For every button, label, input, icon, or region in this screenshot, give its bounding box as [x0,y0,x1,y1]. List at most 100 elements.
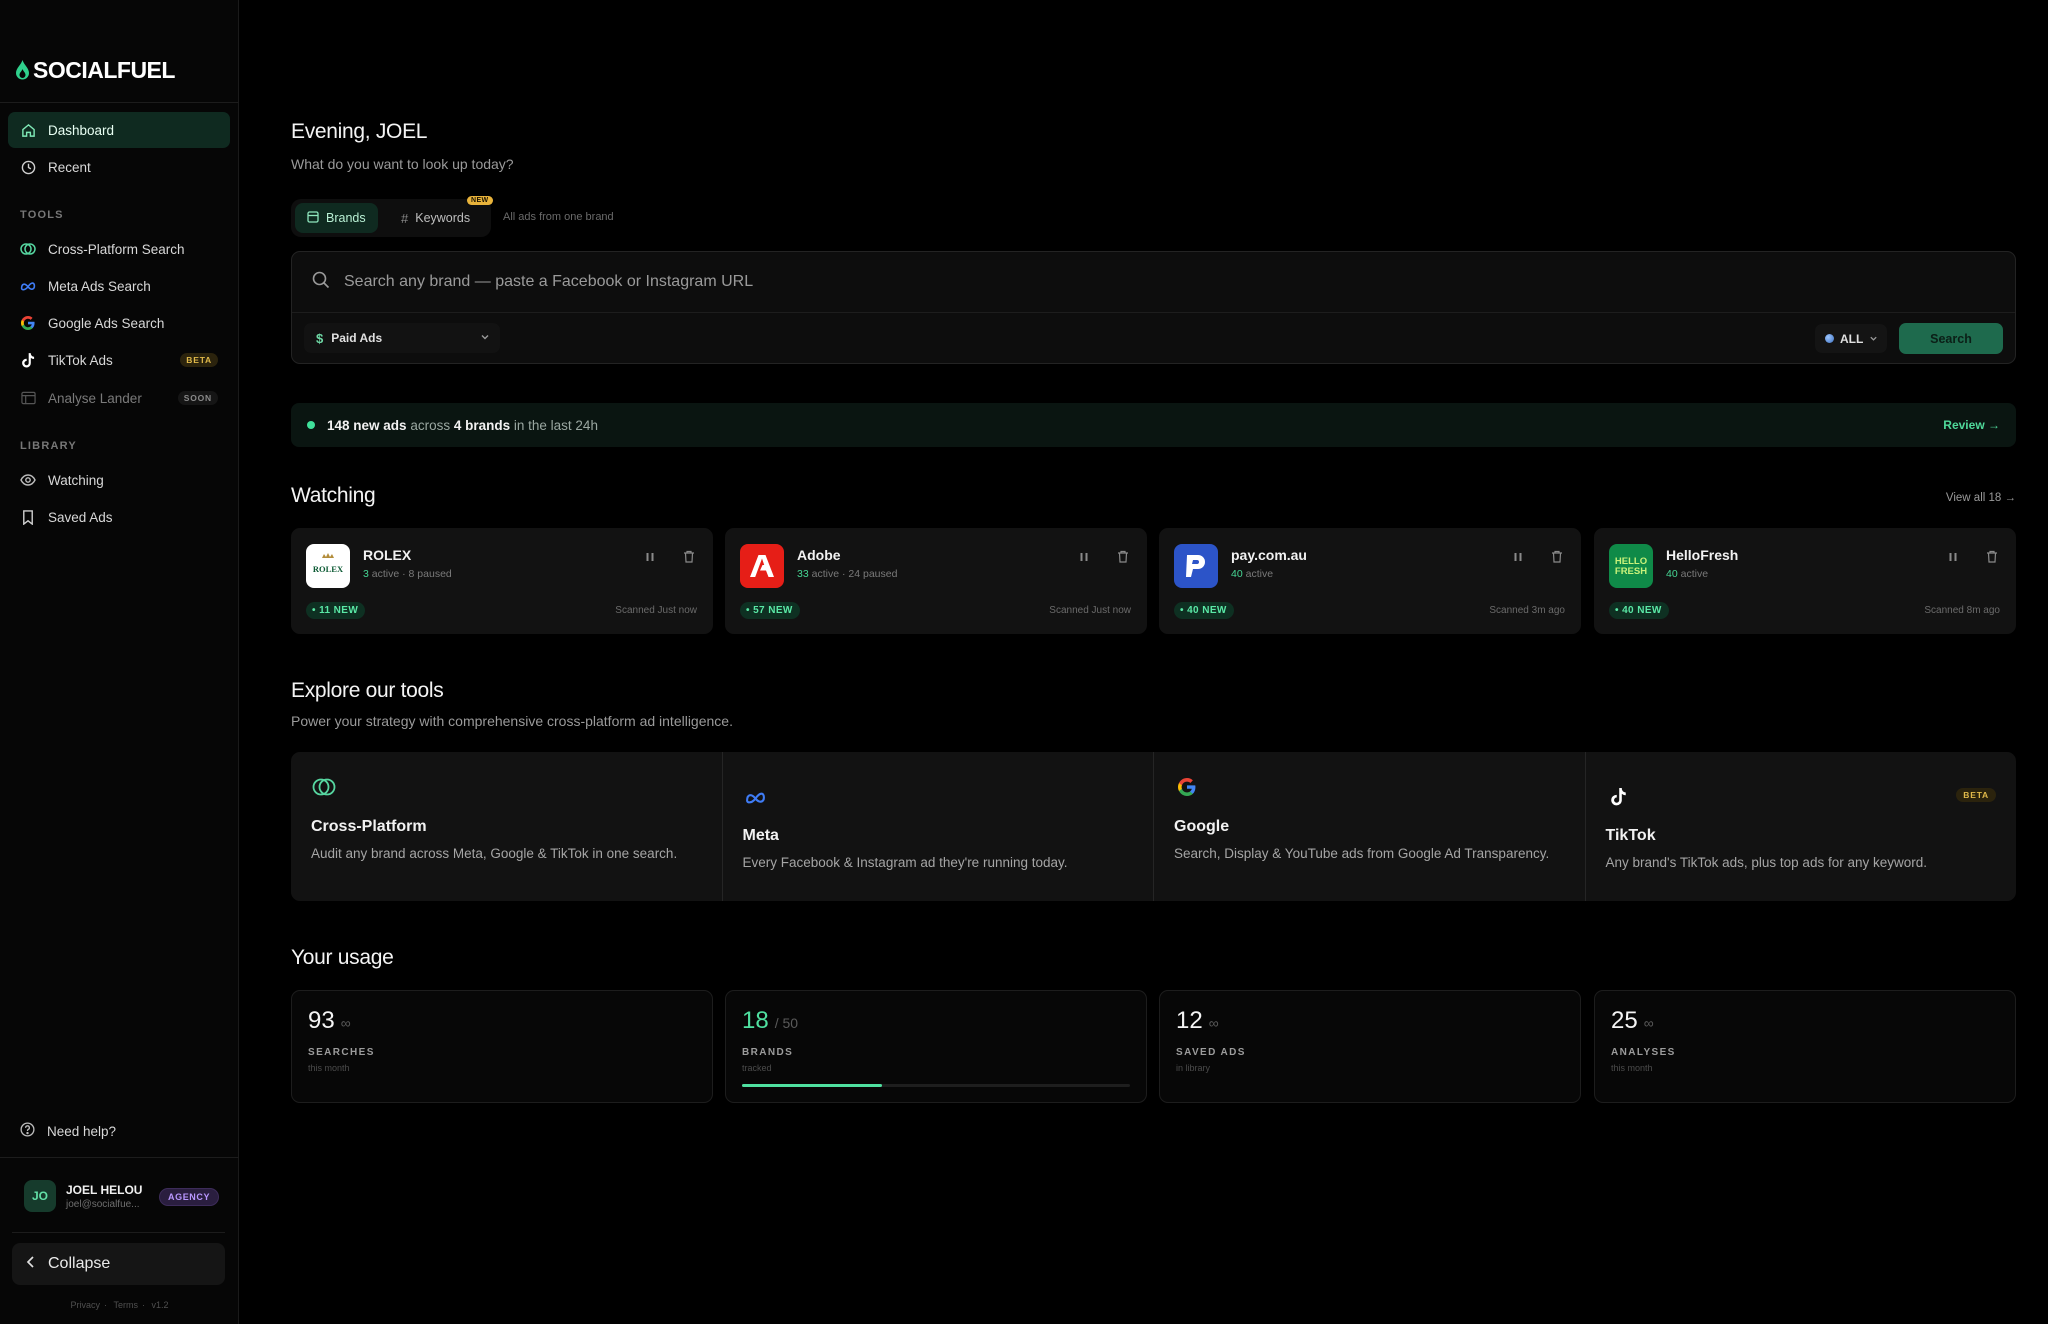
sidebar-item-label: Dashboard [48,122,115,138]
sidebar-item-saved-ads[interactable]: Saved Ads [8,499,230,535]
help-link[interactable]: Need help? [8,1113,230,1149]
tool-title: Meta [742,827,779,844]
user-email: joel@socialfue... [66,1198,140,1210]
brand-meta: 33 active · 24 paused [797,568,898,580]
usage-label: BRANDS [742,1047,794,1058]
tab-label: Keywords [415,211,471,225]
pause-icon[interactable] [1513,550,1523,568]
eye-icon [20,472,36,488]
svg-text:ROLEX: ROLEX [313,564,344,574]
beta-badge: BETA [180,353,218,367]
pause-icon[interactable] [1079,550,1089,568]
svg-text:FRESH: FRESH [1615,566,1647,577]
divider [0,102,239,103]
section-label-library: LIBRARY [20,440,77,452]
usage-card-brands: 18/ 50 BRANDS tracked [725,990,1147,1103]
page-subtitle: What do you want to look up today? [291,156,514,172]
brand-card[interactable]: pay.com.au 40 active • 40 NEW Scanned 3m… [1159,528,1581,634]
scanned-time: Scanned 3m ago [1489,605,1565,616]
tool-card-tiktok[interactable]: BETA TikTok Any brand's TikTok ads, plus… [1586,752,2017,901]
search-icon [312,271,330,294]
soon-badge: SOON [177,391,218,405]
search-mode-tabs: Brands # Keywords [291,199,491,237]
sidebar-item-label: Watching [48,472,104,488]
progress-fill [742,1084,882,1087]
usage-value: 12 ∞ [1176,1007,1219,1034]
user-profile[interactable]: JO JOEL HELOU joel@socialfue... AGENCY [24,1178,224,1214]
brands-progress-bar [742,1084,1130,1087]
usage-sub: this month [1611,1063,1653,1073]
divider [12,1232,225,1233]
trash-icon[interactable] [683,550,695,568]
new-ads-badge: • 40 NEW [1609,602,1669,619]
usage-label: SAVED ADS [1176,1047,1246,1058]
new-ads-badge: • 40 NEW [1174,602,1234,619]
tool-title: Cross-Platform [311,818,427,835]
flame-icon [16,60,29,80]
sidebar-item-google-ads-search[interactable]: Google Ads Search [8,305,230,341]
search-input[interactable] [344,273,1844,291]
cross-platform-icon [311,774,337,800]
trash-icon[interactable] [1986,550,1998,568]
beta-badge: BETA [1956,788,1996,802]
sidebar-item-dashboard[interactable]: Dashboard [8,112,230,148]
sidebar-item-label: Google Ads Search [48,315,165,331]
tab-hint: All ads from one brand [503,211,614,223]
help-icon [20,1122,35,1140]
tab-keywords[interactable]: # Keywords [389,203,482,233]
sidebar-item-label: Recent [48,159,91,175]
brand-card[interactable]: Adobe 33 active · 24 paused • 57 NEW Sca… [725,528,1147,634]
trash-icon[interactable] [1551,550,1563,568]
section-label-tools: TOOLS [20,209,64,221]
tool-card-meta[interactable]: Meta Every Facebook & Instagram ad they'… [723,752,1154,901]
usage-label: ANALYSES [1611,1047,1676,1058]
collapse-button[interactable]: Collapse [12,1243,225,1285]
tab-brands[interactable]: Brands [295,203,378,233]
user-name: JOEL HELOU [66,1182,143,1197]
search-button[interactable]: Search [1899,323,2003,354]
new-badge: NEW [467,196,493,205]
alert-text: 148 new ads across 4 brands in the last … [327,417,598,433]
privacy-link[interactable]: Privacy [70,1300,100,1310]
sidebar-item-analyse-lander[interactable]: Analyse Lander SOON [8,380,230,416]
sidebar-item-cross-platform-search[interactable]: Cross-Platform Search [8,231,230,267]
tool-description: Any brand's TikTok ads, plus top ads for… [1605,855,1928,870]
trash-icon[interactable] [1117,550,1129,568]
brand-meta: 40 active [1666,568,1709,580]
app-logo[interactable]: SOCIALFUEL [15,56,175,84]
tool-title: TikTok [1605,827,1656,844]
usage-sub: tracked [742,1063,772,1073]
tool-card-cross-platform[interactable]: Cross-Platform Audit any brand across Me… [291,752,723,901]
rolex-logo: ROLEX [306,544,350,588]
brand-name: pay.com.au [1231,547,1307,563]
terms-link[interactable]: Terms [114,1300,139,1310]
clock-icon [20,159,36,175]
sidebar-item-recent[interactable]: Recent [8,149,230,185]
tool-description: Audit any brand across Meta, Google & Ti… [311,846,678,861]
sidebar-item-tiktok-ads[interactable]: TikTok Ads BETA [8,342,230,378]
brand-card[interactable]: HELLO FRESH HelloFresh 40 active • 40 NE… [1594,528,2016,634]
tool-card-google[interactable]: Google Search, Display & YouTube ads fro… [1154,752,1586,901]
region-select[interactable]: ALL [1815,324,1887,353]
brand-name: Adobe [797,547,841,563]
tiktok-icon [20,352,36,368]
ad-type-value: Paid Ads [331,331,383,345]
sidebar: SOCIALFUEL Dashboard Recent TOOLS Cross-… [0,0,239,1324]
explore-subtitle: Power your strategy with comprehensive c… [291,713,733,729]
search-row [292,252,2015,313]
tiktok-icon [1606,784,1632,810]
pause-icon[interactable] [645,550,655,568]
sidebar-item-meta-ads-search[interactable]: Meta Ads Search [8,268,230,304]
divider [0,1157,239,1158]
ad-type-select[interactable]: $ Paid Ads [304,323,500,353]
review-link[interactable]: Review → [1943,418,2000,432]
new-ads-badge: • 11 NEW [306,602,366,619]
app-name: SOCIALFUEL [33,56,175,83]
cross-platform-icon [20,241,36,257]
brand-card[interactable]: ROLEX ROLEX 3 active · 8 paused • 11 NEW… [291,528,713,634]
sidebar-item-watching[interactable]: Watching [8,462,230,498]
pause-icon[interactable] [1948,550,1958,568]
usage-sub: in library [1176,1063,1211,1073]
brand-meta: 40 active [1231,568,1274,580]
view-all-link[interactable]: View all 18 → [1946,492,2016,504]
